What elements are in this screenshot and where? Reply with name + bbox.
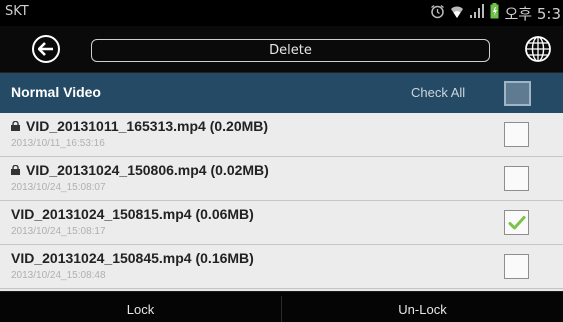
file-name: VID_20131024_150845.mp4 (0.16MB) [11, 250, 254, 266]
file-date: 2013/10/24_15:08:48 [11, 270, 106, 281]
status-icons: 오후 5:3 [430, 3, 561, 23]
check-all-label[interactable]: Check All [411, 85, 465, 100]
file-date: 2013/10/11_16:53:16 [11, 138, 105, 149]
list-item[interactable]: VID_20131024_150806.mp4 (0.02MB) 2013/10… [0, 157, 563, 201]
check-all-checkbox[interactable] [504, 81, 531, 106]
file-name: VID_20131011_165313.mp4 (0.20MB) [11, 118, 268, 134]
file-list: VID_20131011_165313.mp4 (0.20MB) 2013/10… [0, 113, 563, 291]
back-arrow-icon [38, 42, 53, 56]
title-bar: Delete [0, 26, 563, 73]
lock-icon [11, 165, 20, 175]
page-title: Delete [91, 39, 490, 62]
row-checkbox[interactable] [504, 166, 529, 191]
list-item[interactable]: VID_20131011_165313.mp4 (0.20MB) 2013/10… [0, 113, 563, 157]
bottom-action-bar: Lock Un-Lock [0, 291, 563, 322]
file-date: 2013/10/24_15:08:07 [11, 182, 106, 193]
globe-button[interactable] [524, 35, 552, 63]
row-checkbox[interactable] [504, 122, 529, 147]
battery-icon [490, 3, 499, 23]
back-button[interactable] [32, 35, 60, 63]
alarm-icon [430, 4, 445, 23]
unlock-button[interactable]: Un-Lock [282, 292, 563, 322]
row-checkbox[interactable] [504, 254, 529, 279]
wifi-icon [450, 4, 464, 23]
section-title: Normal Video [11, 84, 101, 100]
row-checkbox[interactable] [504, 210, 529, 235]
signal-icon [469, 3, 485, 23]
file-name: VID_20131024_150815.mp4 (0.06MB) [11, 206, 254, 222]
section-header: Normal Video Check All [0, 73, 563, 113]
clock: 오후 5:3 [504, 4, 561, 23]
file-name: VID_20131024_150806.mp4 (0.02MB) [11, 162, 269, 178]
lock-icon [11, 121, 20, 131]
lock-button[interactable]: Lock [0, 292, 281, 322]
status-bar: SKT 오후 5:3 [0, 0, 563, 26]
carrier-label: SKT [5, 4, 29, 19]
list-item[interactable]: VID_20131024_150815.mp4 (0.06MB) 2013/10… [0, 201, 563, 245]
checkmark-icon [508, 216, 526, 230]
file-date: 2013/10/24_15:08:17 [11, 226, 106, 237]
list-item[interactable]: VID_20131024_150845.mp4 (0.16MB) 2013/10… [0, 245, 563, 289]
globe-icon [525, 36, 551, 62]
